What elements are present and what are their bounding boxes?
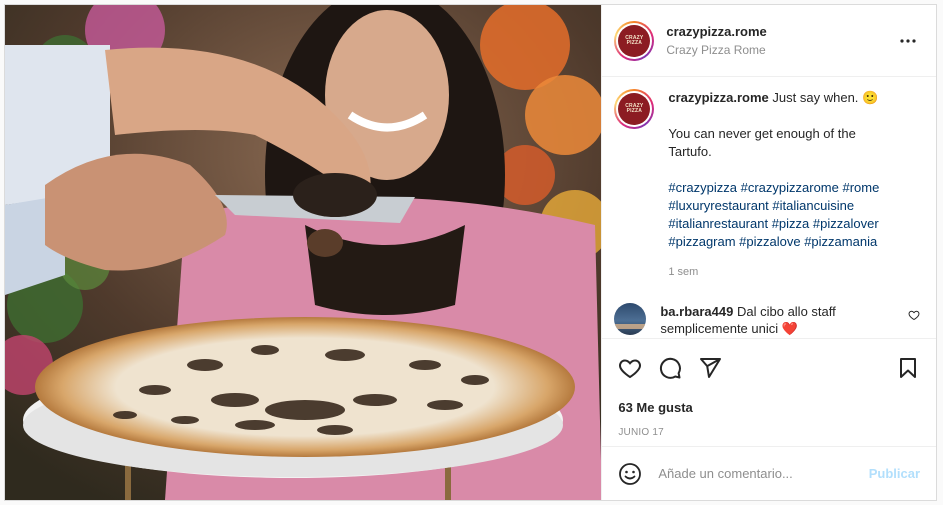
caption-line-2: You can never get enough of the Tartufo. (668, 126, 856, 159)
paper-plane-icon[interactable] (698, 356, 722, 380)
caption-line-1: Just say when. 🙂 (772, 90, 879, 105)
comment-item: ba.rbara449 Dal cibo allo staff semplice… (614, 303, 920, 337)
commenter-avatar[interactable] (614, 303, 647, 335)
post-photo[interactable] (5, 5, 602, 500)
caption-username[interactable]: crazypizza.rome (668, 90, 768, 105)
comments-list[interactable]: CRAZY PIZZA crazypizza.rome Just say whe… (602, 77, 936, 338)
caption-avatar: CRAZY PIZZA (618, 93, 651, 125)
hashtags[interactable]: #crazypizza #crazypizzarome #rome #luxur… (668, 180, 879, 249)
caption-story-ring[interactable]: CRAZY PIZZA (614, 89, 655, 129)
comment-input[interactable] (658, 466, 869, 481)
truffle-pizza-photo (5, 5, 602, 500)
account-avatar[interactable]: CRAZY PIZZA (618, 24, 651, 57)
publish-button[interactable]: Publicar (869, 466, 920, 481)
avatar-border: CRAZY PIZZA (616, 91, 653, 127)
likes-count[interactable]: 63 Me gusta (602, 396, 936, 418)
comment-username[interactable]: ba.rbara449 (660, 304, 733, 319)
caption: CRAZY PIZZA crazypizza.rome Just say whe… (614, 89, 920, 281)
account-location[interactable]: Crazy Pizza Rome (666, 43, 896, 57)
account-info: crazypizza.rome Crazy Pizza Rome (666, 24, 896, 57)
avatar-border: CRAZY PIZZA (616, 22, 653, 59)
story-ring[interactable]: CRAZY PIZZA (614, 20, 655, 61)
comment-text: ba.rbara449 Dal cibo allo staff semplice… (660, 303, 892, 337)
account-username[interactable]: crazypizza.rome (666, 24, 896, 39)
ellipsis-icon (900, 38, 916, 43)
emoji-icon[interactable] (618, 462, 642, 486)
comment-icon[interactable] (658, 356, 682, 380)
post-date[interactable]: JUNIO 17 (602, 418, 936, 446)
instagram-post-modal: CRAZY PIZZA crazypizza.rome Crazy Pizza … (4, 4, 937, 501)
more-options-button[interactable] (896, 29, 920, 53)
bookmark-icon[interactable] (896, 356, 920, 380)
comment-composer: Publicar (602, 446, 936, 500)
post-side-panel: CRAZY PIZZA crazypizza.rome Crazy Pizza … (601, 5, 936, 500)
comment-like-icon[interactable] (908, 309, 920, 321)
caption-time[interactable]: 1 sem (668, 263, 900, 281)
post-header: CRAZY PIZZA crazypizza.rome Crazy Pizza … (602, 5, 936, 77)
caption-text: crazypizza.rome Just say when. 🙂 You can… (668, 89, 900, 281)
heart-icon[interactable] (618, 356, 642, 380)
action-bar (602, 338, 936, 396)
